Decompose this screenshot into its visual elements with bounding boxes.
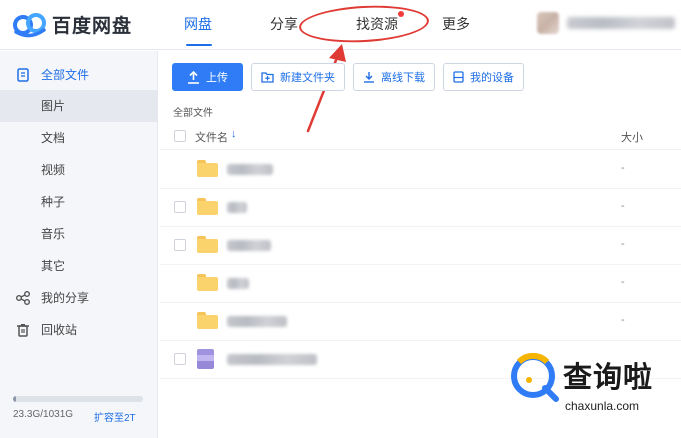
row-checkbox[interactable] — [174, 353, 186, 365]
upload-label: 上传 — [206, 72, 228, 84]
my-devices-label: 我的设备 — [470, 72, 514, 84]
file-name-blurred — [227, 316, 287, 327]
my-devices-button[interactable]: 我的设备 — [443, 63, 524, 91]
upload-button[interactable]: 上传 — [172, 63, 243, 91]
upload-icon — [188, 70, 199, 84]
file-name-blurred — [227, 202, 247, 213]
user-menu[interactable] — [535, 12, 681, 36]
baidu-cloud-logo-icon — [12, 10, 48, 38]
sidebar-item-my-shares[interactable]: 我的分享 — [0, 282, 158, 314]
sidebar-item-others[interactable]: 其它 — [0, 250, 158, 282]
table-row[interactable]: - — [160, 189, 681, 227]
file-size: - — [621, 238, 625, 250]
file-name-blurred — [227, 278, 249, 289]
sort-down-icon[interactable]: ↓ — [231, 128, 237, 140]
storage-quota-text: 23.3G/1031G — [13, 409, 74, 420]
sidebar-item-videos[interactable]: 视频 — [0, 154, 158, 186]
table-row[interactable]: - — [160, 303, 681, 341]
file-size: - — [621, 162, 625, 174]
table-row[interactable]: - — [160, 151, 681, 189]
folder-icon — [197, 312, 218, 329]
file-size: - — [621, 314, 625, 326]
row-checkbox[interactable] — [174, 239, 186, 251]
column-header-filename[interactable]: 文件名 — [195, 129, 228, 145]
breadcrumb[interactable]: 全部文件 — [173, 104, 213, 119]
table-row[interactable]: - — [160, 227, 681, 265]
tab-netdisk[interactable]: 网盘 — [184, 0, 270, 50]
storage-quota-bar — [13, 396, 143, 402]
watermark-text: 查询啦 — [563, 360, 654, 394]
app-logo[interactable]: 百度网盘 — [12, 10, 132, 38]
logo-text: 百度网盘 — [52, 15, 133, 37]
sidebar-item-label: 回收站 — [41, 323, 78, 337]
new-folder-button[interactable]: 新建文件夹 — [251, 63, 345, 91]
file-icon — [197, 349, 214, 369]
trash-icon — [17, 324, 29, 337]
sidebar-item-label: 全部文件 — [41, 68, 90, 82]
tab-more[interactable]: 更多 — [442, 0, 528, 50]
file-size: - — [621, 276, 625, 288]
sidebar: 全部文件 图片 文档 视频 种子 音乐 其它 我的分享 回收站 23.3G/10… — [0, 51, 158, 438]
sidebar-item-torrents[interactable]: 种子 — [0, 186, 158, 218]
file-size: - — [621, 200, 625, 212]
file-name-blurred — [227, 240, 271, 251]
table-row[interactable]: - — [160, 265, 681, 303]
column-header-size[interactable]: 大小 — [621, 129, 643, 145]
sidebar-item-all-files[interactable]: 全部文件 — [0, 59, 158, 91]
new-folder-label: 新建文件夹 — [280, 72, 335, 84]
file-name-blurred — [227, 164, 273, 175]
watermark-logo-icon — [511, 352, 559, 402]
download-icon — [364, 72, 374, 83]
file-name-blurred — [227, 354, 317, 365]
share-icon — [16, 291, 30, 305]
storage-quota-fill — [13, 396, 16, 402]
folder-icon — [197, 274, 218, 291]
folder-icon — [197, 236, 218, 253]
sidebar-item-images[interactable]: 图片 — [0, 90, 158, 122]
expand-storage-link[interactable]: 扩容至2T — [94, 409, 136, 424]
new-folder-icon — [261, 72, 274, 83]
offline-download-button[interactable]: 离线下载 — [353, 63, 435, 91]
sidebar-item-recycle-bin[interactable]: 回收站 — [0, 314, 158, 346]
toolbar: 上传 新建文件夹 离线下载 我的设备 — [172, 63, 532, 91]
offline-download-label: 离线下载 — [381, 72, 425, 84]
row-checkbox[interactable] — [174, 201, 186, 213]
avatar[interactable] — [537, 12, 559, 34]
watermark: 查询啦 chaxunla.com — [505, 348, 675, 418]
sidebar-item-label: 我的分享 — [41, 291, 90, 305]
folder-icon — [197, 160, 218, 177]
username-blurred — [567, 17, 675, 29]
folder-icon — [197, 198, 218, 215]
device-icon — [453, 71, 464, 83]
select-all-checkbox[interactable] — [174, 130, 186, 142]
file-table-header: 文件名 ↓ 大小 — [160, 122, 681, 150]
sidebar-item-music[interactable]: 音乐 — [0, 218, 158, 250]
sidebar-item-documents[interactable]: 文档 — [0, 122, 158, 154]
all-files-icon — [17, 68, 29, 82]
watermark-url: chaxunla.com — [565, 399, 640, 413]
